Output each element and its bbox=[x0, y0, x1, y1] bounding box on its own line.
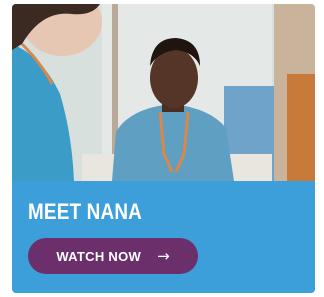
arrow-right-icon: → bbox=[157, 246, 170, 265]
watch-now-button[interactable]: WATCH NOW → bbox=[28, 238, 198, 274]
hero-image bbox=[12, 4, 315, 181]
watch-now-label: WATCH NOW bbox=[56, 248, 142, 264]
card-title: MEET NANA bbox=[28, 199, 143, 224]
promo-card[interactable]: MEET NANA WATCH NOW → bbox=[12, 4, 315, 293]
